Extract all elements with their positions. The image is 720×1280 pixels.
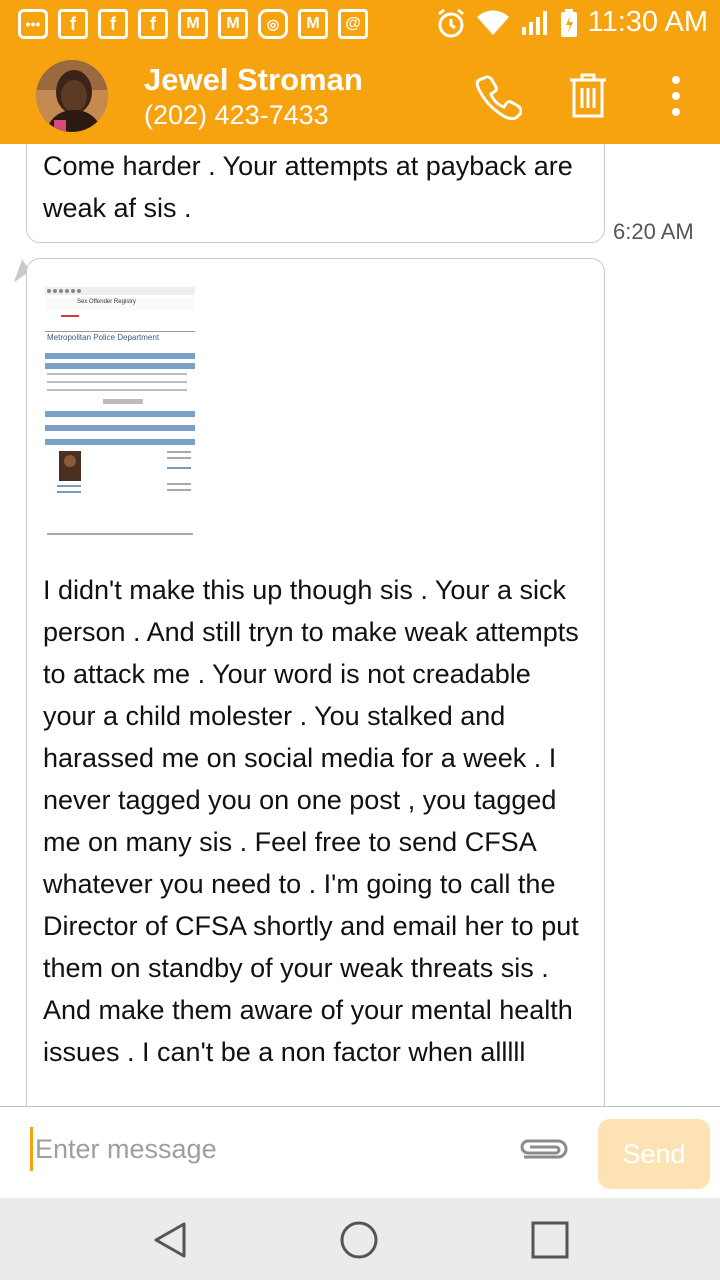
home-icon	[340, 1221, 378, 1259]
message-input[interactable]	[30, 1127, 490, 1171]
paperclip-icon	[520, 1139, 568, 1159]
delete-button[interactable]	[562, 70, 614, 122]
facebook-icon: f	[98, 9, 128, 39]
message-icon: •••	[18, 9, 48, 39]
status-bar: ••• f f f M M ◎ M @ 11:30 AM	[0, 0, 720, 48]
signal-icon	[521, 10, 547, 35]
recents-icon	[531, 1221, 569, 1259]
gmail-icon: M	[218, 9, 248, 39]
attachment-title: Sex Offender Registry	[77, 299, 136, 305]
facebook-icon: f	[138, 9, 168, 39]
message-thread[interactable]: Come harder . Your attempts at payback a…	[0, 144, 720, 1106]
home-button[interactable]	[335, 1216, 383, 1264]
conversation-header: Jewel Stroman (202) 423-7433	[0, 48, 720, 144]
message-text: Come harder . Your attempts at payback a…	[43, 151, 581, 223]
attach-button[interactable]	[516, 1137, 572, 1167]
message-bubble[interactable]: Come harder . Your attempts at payback a…	[26, 144, 605, 243]
more-vert-icon	[672, 76, 680, 116]
image-attachment[interactable]: Sex Offender Registry Metropolitan Polic…	[43, 285, 195, 553]
contact-phone: (202) 423-7433	[144, 100, 329, 130]
contact-name: Jewel Stroman	[144, 62, 363, 97]
avatar[interactable]	[36, 60, 108, 132]
notification-icons: ••• f f f M M ◎ M @	[18, 9, 368, 39]
alarm-icon	[437, 8, 464, 37]
send-button[interactable]: Send	[598, 1119, 710, 1189]
call-button[interactable]	[472, 70, 524, 122]
system-icons: 11:30 AM	[436, 6, 708, 39]
gmail-icon: M	[298, 9, 328, 39]
message-bubble[interactable]: Sex Offender Registry Metropolitan Polic…	[26, 258, 605, 1106]
clock: 11:30 AM	[587, 6, 708, 38]
recents-button[interactable]	[526, 1216, 574, 1264]
email-icon: @	[338, 9, 368, 39]
navigation-bar	[0, 1198, 720, 1280]
wifi-icon	[476, 10, 509, 35]
back-button[interactable]	[146, 1216, 194, 1264]
phone-icon	[475, 75, 522, 120]
back-icon	[154, 1222, 186, 1258]
attachment-org: Metropolitan Police Department	[47, 333, 160, 342]
facebook-icon: f	[58, 9, 88, 39]
composer: Send	[0, 1106, 720, 1198]
gmail-icon: M	[178, 9, 208, 39]
trash-icon	[570, 73, 606, 118]
message-text: I didn't make this up though sis . Your …	[43, 575, 587, 1067]
message-timestamp: 6:20 AM	[613, 219, 694, 244]
battery-icon	[560, 8, 577, 37]
more-options-button[interactable]	[650, 70, 702, 122]
instagram-icon: ◎	[258, 9, 288, 39]
